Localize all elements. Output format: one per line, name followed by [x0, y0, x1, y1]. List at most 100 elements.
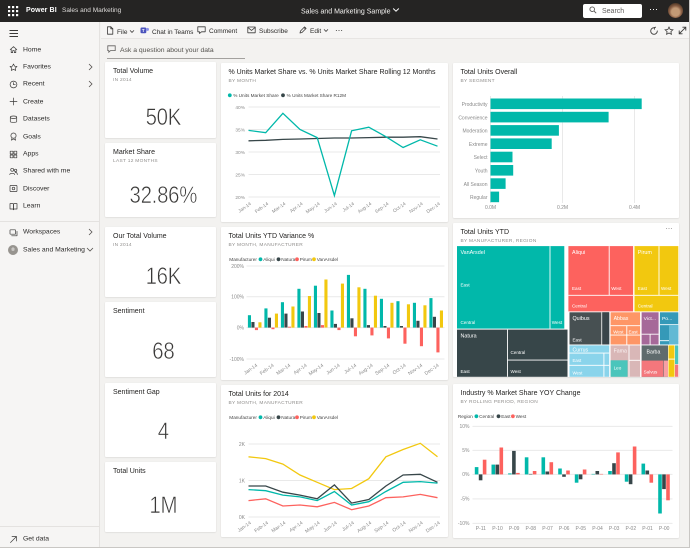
svg-text:P-08: P-08 — [525, 526, 536, 532]
svg-text:Aug-14: Aug-14 — [356, 201, 372, 215]
svg-text:Sep-14: Sep-14 — [373, 201, 389, 215]
svg-text:P-10: P-10 — [492, 526, 503, 532]
svg-text:Jul-14: Jul-14 — [341, 520, 356, 533]
svg-text:Aug-14: Aug-14 — [356, 520, 373, 534]
svg-text:35%: 35% — [235, 127, 245, 133]
svg-text:% Units Market Share R12M: % Units Market Share R12M — [286, 93, 345, 98]
svg-text:Dec-14: Dec-14 — [423, 363, 440, 377]
svg-text:0.0M: 0.0M — [484, 205, 495, 211]
svg-text:Leo: Leo — [613, 365, 621, 370]
svg-text:Pirum: Pirum — [299, 257, 311, 262]
svg-text:Central: Central — [479, 414, 494, 419]
svg-text:30%: 30% — [235, 150, 245, 156]
svg-text:Mar-14: Mar-14 — [271, 201, 287, 215]
svg-text:Central: Central — [571, 303, 586, 308]
svg-text:All Season: All Season — [463, 182, 487, 188]
svg-text:May-14: May-14 — [304, 201, 321, 215]
svg-text:25%: 25% — [235, 172, 245, 178]
svg-text:Jan-14: Jan-14 — [236, 520, 252, 534]
svg-text:Natura: Natura — [281, 415, 295, 420]
svg-text:Sep-14: Sep-14 — [374, 363, 391, 377]
svg-text:Apr-14: Apr-14 — [292, 363, 308, 377]
svg-text:Region: Region — [457, 414, 472, 419]
svg-text:Jun-14: Jun-14 — [325, 363, 341, 377]
svg-text:West: West — [572, 370, 583, 375]
svg-text:Oct-14: Oct-14 — [392, 201, 408, 214]
svg-text:P-06: P-06 — [558, 526, 569, 532]
svg-text:Natura: Natura — [460, 333, 476, 339]
svg-text:P-09: P-09 — [508, 526, 519, 532]
svg-text:Quibus: Quibus — [572, 316, 589, 322]
svg-text:0.2M: 0.2M — [556, 205, 567, 211]
svg-text:May-14: May-14 — [304, 520, 321, 535]
svg-text:Productivity: Productivity — [461, 102, 487, 108]
svg-text:Oct-14: Oct-14 — [391, 363, 407, 377]
svg-text:% Units Market Share: % Units Market Share — [233, 93, 279, 98]
svg-text:Dec-14: Dec-14 — [425, 201, 441, 215]
svg-text:-5%: -5% — [460, 496, 469, 502]
svg-text:Pirum: Pirum — [637, 250, 652, 256]
svg-text:Feb-14: Feb-14 — [253, 520, 270, 534]
svg-text:Manufacturer: Manufacturer — [229, 257, 257, 262]
svg-text:Youth: Youth — [474, 169, 487, 175]
svg-text:T: T — [142, 27, 145, 32]
svg-text:Pirum: Pirum — [299, 415, 311, 420]
svg-text:Po...: Po... — [661, 316, 671, 322]
svg-text:Jun-14: Jun-14 — [323, 201, 339, 215]
svg-text:0.4M: 0.4M — [628, 205, 639, 211]
svg-text:West: West — [660, 286, 671, 291]
svg-text:West: West — [613, 329, 624, 334]
svg-text:Aliqui: Aliqui — [263, 415, 274, 420]
svg-text:Dec-14: Dec-14 — [424, 520, 441, 534]
svg-text:Jan-14: Jan-14 — [242, 363, 258, 377]
svg-text:P-04: P-04 — [592, 526, 603, 532]
svg-text:P-00: P-00 — [658, 526, 669, 532]
svg-text:Nov-14: Nov-14 — [408, 201, 424, 215]
svg-text:P-05: P-05 — [575, 526, 586, 532]
svg-text:Mar-14: Mar-14 — [275, 363, 292, 377]
svg-text:Apr-14: Apr-14 — [288, 201, 304, 214]
svg-text:Aliqui: Aliqui — [571, 250, 584, 256]
svg-text:East: East — [637, 286, 647, 291]
svg-text:East: East — [572, 358, 582, 363]
svg-text:P-03: P-03 — [608, 526, 619, 532]
svg-text:Nov-14: Nov-14 — [407, 520, 424, 534]
svg-text:P-01: P-01 — [642, 526, 653, 532]
svg-text:Vict...: Vict... — [643, 316, 655, 322]
svg-text:West: West — [551, 320, 562, 325]
svg-text:10%: 10% — [459, 424, 470, 430]
svg-text:P-02: P-02 — [625, 526, 636, 532]
svg-text:Jul-14: Jul-14 — [343, 363, 358, 376]
svg-text:Regular: Regular — [469, 195, 487, 201]
svg-text:VanArsdel: VanArsdel — [316, 257, 337, 262]
svg-text:20%: 20% — [235, 195, 245, 201]
svg-text:VanArsdel: VanArsdel — [316, 415, 337, 420]
svg-text:VanArsdel: VanArsdel — [460, 250, 484, 256]
svg-text:East: East — [571, 286, 581, 291]
svg-text:Nov-14: Nov-14 — [407, 363, 424, 377]
svg-text:West: West — [510, 369, 521, 374]
svg-text:2K: 2K — [238, 442, 245, 448]
svg-text:East: East — [460, 282, 470, 287]
svg-text:Feb-14: Feb-14 — [253, 201, 269, 215]
svg-text:Moderation: Moderation — [462, 129, 487, 135]
svg-text:Manufacturer: Manufacturer — [229, 415, 257, 420]
svg-text:Convenience: Convenience — [458, 115, 487, 121]
svg-text:May-14: May-14 — [307, 363, 324, 378]
svg-text:Salvus: Salvus — [643, 369, 657, 374]
svg-text:East: East — [460, 369, 470, 374]
svg-text:40%: 40% — [235, 105, 245, 111]
svg-text:0%: 0% — [462, 472, 470, 478]
svg-text:Central: Central — [460, 320, 475, 325]
svg-text:Currus: Currus — [572, 347, 588, 353]
svg-text:Feb-14: Feb-14 — [258, 363, 275, 377]
svg-text:-10%: -10% — [457, 521, 469, 527]
svg-text:Jun-14: Jun-14 — [322, 520, 338, 534]
svg-text:East: East — [501, 414, 511, 419]
svg-text:Aliqui: Aliqui — [263, 257, 274, 262]
svg-text:Mar-14: Mar-14 — [270, 520, 287, 534]
svg-text:Sep-14: Sep-14 — [373, 520, 390, 534]
svg-text:Central: Central — [637, 303, 652, 308]
svg-text:Barba: Barba — [646, 349, 660, 355]
svg-text:East: East — [628, 329, 638, 334]
